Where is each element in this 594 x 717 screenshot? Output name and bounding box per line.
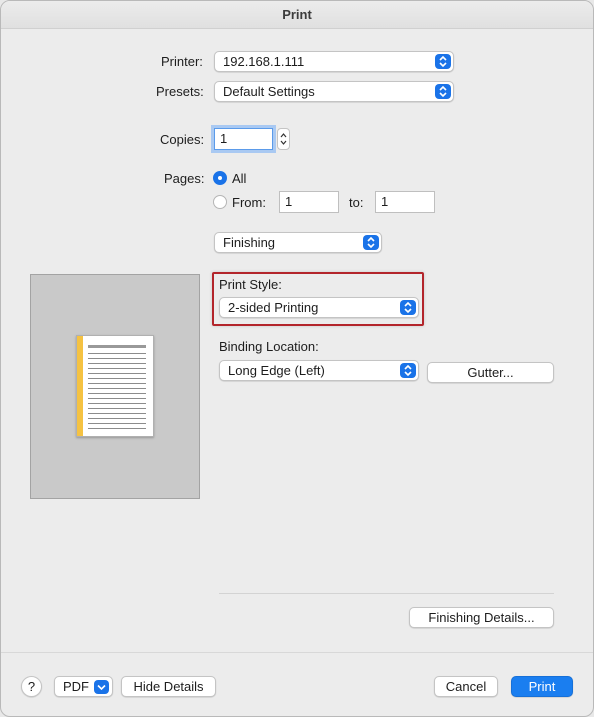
- preview-page: [76, 335, 154, 437]
- pages-all-label: All: [232, 171, 247, 186]
- print-button[interactable]: Print: [511, 676, 573, 697]
- updown-chevron-icon: [400, 363, 416, 378]
- gutter-indicator: [77, 336, 83, 436]
- window-title: Print: [1, 1, 593, 29]
- print-dialog: Print Printer: 192.168.1.111 Presets: De…: [0, 0, 594, 717]
- printer-label: Printer:: [161, 54, 203, 69]
- section-divider: [219, 593, 554, 594]
- cancel-button[interactable]: Cancel: [434, 676, 498, 697]
- chevron-down-icon: [94, 680, 109, 694]
- pages-from-label: From:: [232, 195, 266, 210]
- pdf-label: PDF: [63, 679, 89, 694]
- help-icon[interactable]: ?: [21, 676, 42, 697]
- presets-label: Presets:: [156, 84, 204, 99]
- footer-divider: [1, 652, 593, 653]
- print-style-popup[interactable]: 2-sided Printing: [219, 297, 419, 318]
- copies-stepper[interactable]: [277, 128, 290, 150]
- print-style-label: Print Style:: [219, 277, 282, 292]
- binding-location-popup[interactable]: Long Edge (Left): [219, 360, 419, 381]
- binding-location-value: Long Edge (Left): [228, 363, 325, 378]
- pages-to-label: to:: [349, 195, 364, 210]
- section-popup[interactable]: Finishing: [214, 232, 382, 253]
- copies-field[interactable]: 1: [214, 128, 273, 150]
- presets-popup[interactable]: Default Settings: [214, 81, 454, 102]
- print-preview: [30, 274, 200, 499]
- updown-chevron-icon: [363, 235, 379, 250]
- stepper-arrows-icon: [280, 133, 287, 145]
- presets-value: Default Settings: [223, 84, 315, 99]
- updown-chevron-icon: [435, 54, 451, 69]
- updown-chevron-icon: [435, 84, 451, 99]
- gutter-button[interactable]: Gutter...: [427, 362, 554, 383]
- printer-value: 192.168.1.111: [223, 54, 305, 69]
- printer-popup[interactable]: 192.168.1.111: [214, 51, 454, 72]
- pages-to-field[interactable]: 1: [375, 191, 435, 213]
- pages-from-radio[interactable]: [213, 195, 227, 209]
- pdf-menu-button[interactable]: PDF: [54, 676, 113, 697]
- updown-chevron-icon: [400, 300, 416, 315]
- pages-all-radio[interactable]: [213, 171, 227, 185]
- pages-from-field[interactable]: 1: [279, 191, 339, 213]
- binding-location-label: Binding Location:: [219, 339, 319, 354]
- section-popup-value: Finishing: [223, 235, 276, 250]
- finishing-details-button[interactable]: Finishing Details...: [409, 607, 554, 628]
- pages-label: Pages:: [164, 171, 205, 186]
- preview-text-lines: [88, 345, 146, 433]
- print-style-value: 2-sided Printing: [228, 300, 319, 315]
- copies-label: Copies:: [160, 132, 205, 147]
- hide-details-button[interactable]: Hide Details: [121, 676, 216, 697]
